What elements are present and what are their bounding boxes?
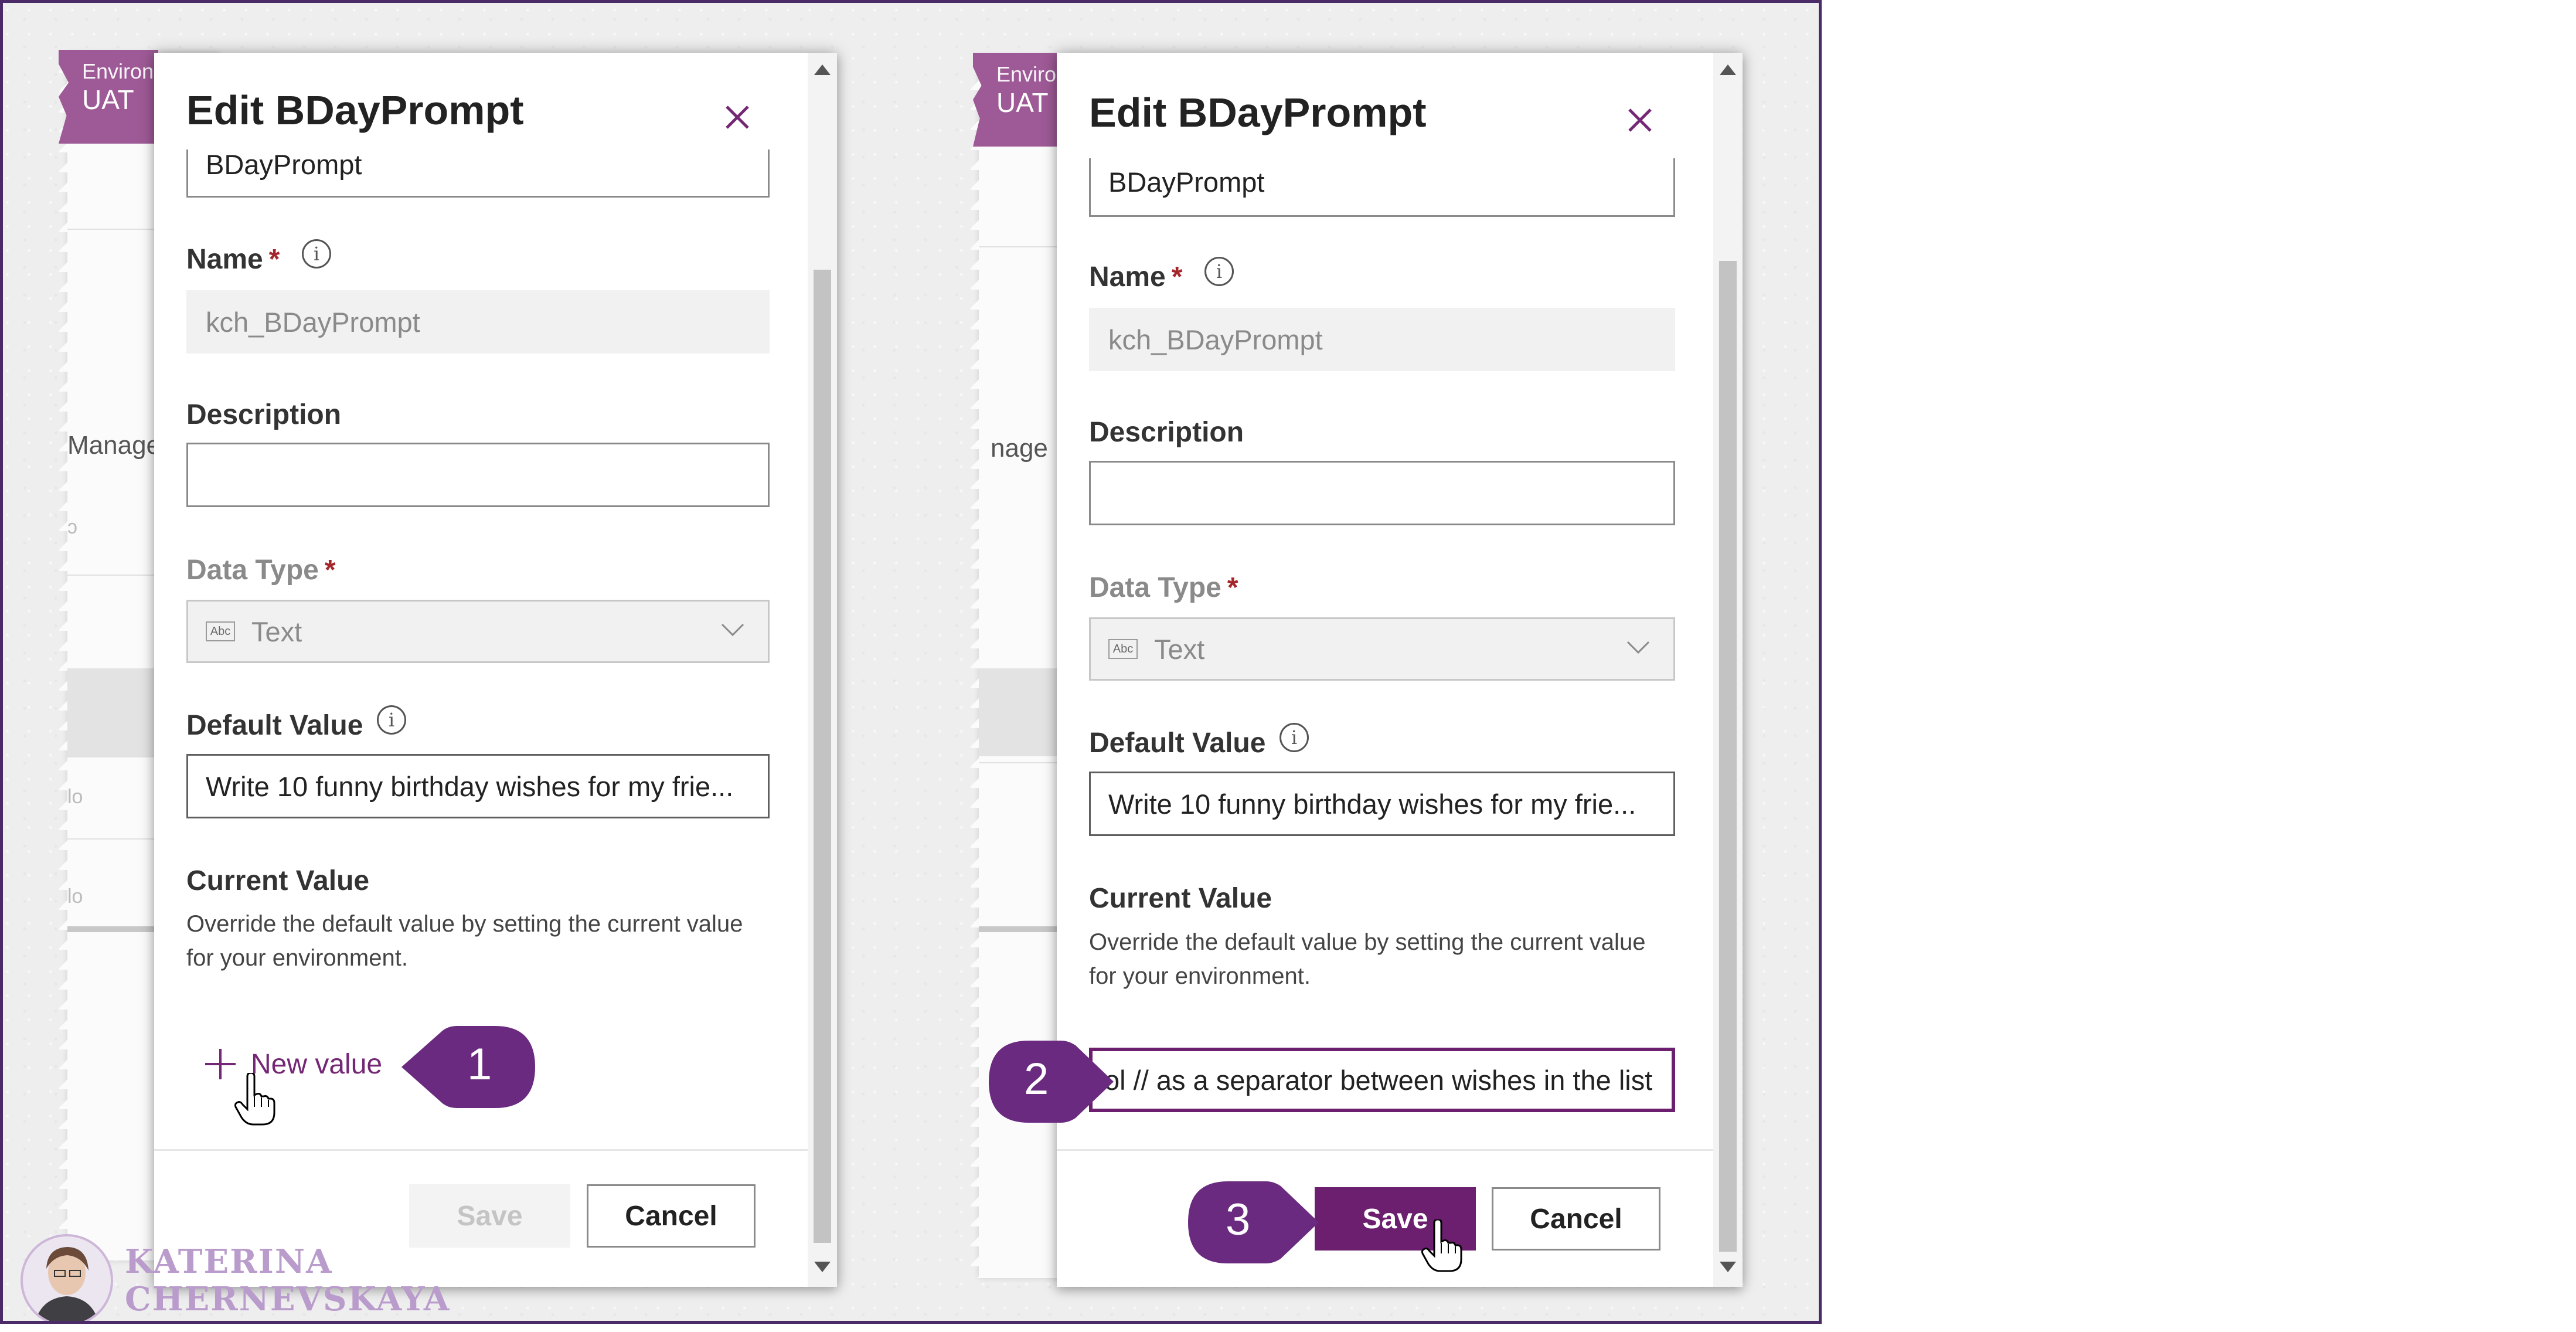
current-value-input[interactable]: ol // as a separator between wishes in t… bbox=[1089, 1048, 1675, 1112]
new-value-button[interactable]: New value bbox=[204, 1048, 382, 1080]
scrollbar-thumb[interactable] bbox=[1719, 261, 1737, 1252]
cancel-button[interactable]: Cancel bbox=[1492, 1187, 1660, 1251]
default-value-input[interactable]: Write 10 funny birthday wishes for my fr… bbox=[186, 754, 770, 818]
default-value-input[interactable]: Write 10 funny birthday wishes for my fr… bbox=[1089, 772, 1675, 836]
environment-badge: Environ UAT bbox=[59, 50, 158, 144]
bg-row-text: lo bbox=[67, 786, 83, 808]
name-value: kch_BDayPrompt bbox=[1108, 324, 1323, 355]
display-name-value: BDayPrompt bbox=[1108, 167, 1265, 198]
scroll-down-arrow[interactable] bbox=[1720, 1262, 1736, 1272]
display-name-field[interactable]: BDayPrompt bbox=[1089, 158, 1675, 217]
bg-nav-text: Manage bbox=[67, 431, 161, 460]
current-value-text: ol // as a separator between wishes in t… bbox=[1104, 1064, 1653, 1096]
data-type-label-text: Data Type bbox=[186, 555, 319, 586]
cancel-button[interactable]: Cancel bbox=[587, 1184, 756, 1248]
info-icon[interactable]: i bbox=[1204, 257, 1234, 286]
scrollbar[interactable] bbox=[808, 53, 837, 1287]
avatar bbox=[21, 1234, 113, 1321]
current-value-label: Current Value bbox=[186, 865, 370, 896]
description-label: Description bbox=[186, 399, 342, 430]
author-last-name: CHERNEVSKAYA bbox=[125, 1280, 451, 1319]
close-icon[interactable] bbox=[1622, 103, 1658, 138]
bg-row-text: lo bbox=[67, 885, 83, 908]
scroll-up-arrow[interactable] bbox=[814, 64, 831, 75]
scrollbar[interactable] bbox=[1713, 53, 1743, 1287]
default-value-label: Default Value bbox=[1089, 728, 1266, 759]
required-marker: * bbox=[268, 244, 280, 275]
panel-title: Edit BDayPrompt bbox=[1089, 90, 1427, 135]
hand-cursor-icon bbox=[234, 1073, 275, 1126]
data-type-value: Text bbox=[251, 616, 302, 647]
callout-shape bbox=[1188, 1181, 1319, 1263]
default-value-label: Default Value bbox=[186, 710, 363, 741]
callout-number: 2 bbox=[1024, 1054, 1049, 1104]
hand-cursor-icon bbox=[1421, 1219, 1462, 1272]
data-type-label-text: Data Type bbox=[1089, 572, 1221, 603]
data-type-value: Text bbox=[1154, 633, 1205, 665]
description-input[interactable] bbox=[186, 443, 770, 507]
scroll-down-arrow[interactable] bbox=[814, 1262, 831, 1272]
info-icon[interactable]: i bbox=[302, 239, 331, 269]
data-type-label: Data Type * bbox=[186, 554, 336, 586]
display-name-field[interactable]: BDayPrompt bbox=[186, 149, 770, 198]
step-callout-2: 2 bbox=[988, 1041, 1114, 1123]
name-label-text: Name bbox=[186, 244, 263, 275]
torn-edge bbox=[59, 53, 76, 1260]
text-type-icon: Abc bbox=[206, 621, 235, 641]
step-callout-1: 1 bbox=[401, 1026, 536, 1108]
env-name: UAT bbox=[82, 84, 134, 115]
data-type-select: Abc Text bbox=[186, 600, 770, 663]
name-value: kch_BDayPrompt bbox=[206, 306, 420, 338]
description-label: Description bbox=[1089, 417, 1244, 448]
current-value-help: Override the default value by setting th… bbox=[186, 911, 743, 971]
callout-number: 1 bbox=[467, 1039, 492, 1089]
footer-divider bbox=[1057, 1149, 1713, 1151]
env-name: UAT bbox=[996, 87, 1049, 118]
name-field: kch_BDayPrompt bbox=[1089, 308, 1675, 371]
avatar-illustration bbox=[23, 1236, 111, 1321]
info-icon[interactable]: i bbox=[1280, 723, 1309, 752]
author-badge: KATERINA CHERNEVSKAYA bbox=[21, 1234, 450, 1321]
footer-divider bbox=[154, 1149, 808, 1151]
text-type-icon: Abc bbox=[1108, 639, 1138, 659]
name-field: kch_BDayPrompt bbox=[186, 290, 770, 354]
scroll-up-arrow[interactable] bbox=[1720, 64, 1736, 75]
name-label-text: Name bbox=[1089, 261, 1166, 293]
plus-icon bbox=[205, 1049, 236, 1079]
name-label: Name * bbox=[186, 243, 280, 276]
default-value-text: Write 10 funny birthday wishes for my fr… bbox=[1108, 788, 1636, 820]
display-name-value: BDayPrompt bbox=[206, 149, 362, 180]
close-icon[interactable] bbox=[720, 100, 755, 135]
info-icon[interactable]: i bbox=[377, 705, 406, 735]
screenshot-canvas: Manage ɔ lo lo Environ UAT nage Environ … bbox=[0, 0, 1822, 1324]
data-type-select: Abc Text bbox=[1089, 617, 1675, 681]
bg-nav-text: nage bbox=[991, 434, 1048, 463]
scrollbar-thumb[interactable] bbox=[814, 270, 831, 1243]
required-marker: * bbox=[1227, 572, 1238, 603]
required-marker: * bbox=[1171, 261, 1183, 293]
chevron-down-icon bbox=[1626, 641, 1650, 654]
panel-title: Edit BDayPrompt bbox=[186, 87, 524, 133]
callout-number: 3 bbox=[1226, 1195, 1251, 1245]
current-value-help: Override the default value by setting th… bbox=[1089, 929, 1646, 989]
data-type-label: Data Type * bbox=[1089, 572, 1238, 604]
edit-variable-panel-right: Edit BDayPrompt BDayPrompt Name * i kch_B… bbox=[1057, 53, 1743, 1287]
required-marker: * bbox=[324, 555, 336, 586]
callout-shape bbox=[989, 1041, 1114, 1123]
description-input[interactable] bbox=[1089, 461, 1675, 525]
name-label: Name * bbox=[1089, 261, 1182, 293]
bg-row-text: ɔ bbox=[67, 516, 77, 538]
step-callout-3: 3 bbox=[1187, 1181, 1319, 1263]
author-first-name: KATERINA bbox=[125, 1242, 333, 1281]
author-name: KATERINA CHERNEVSKAYA bbox=[125, 1243, 450, 1318]
default-value-text: Write 10 funny birthday wishes for my fr… bbox=[206, 770, 734, 802]
chevron-down-icon bbox=[721, 623, 744, 637]
environment-badge: Environ UAT bbox=[973, 53, 1058, 147]
current-value-label: Current Value bbox=[1089, 883, 1272, 914]
env-label: Environ bbox=[82, 59, 154, 83]
